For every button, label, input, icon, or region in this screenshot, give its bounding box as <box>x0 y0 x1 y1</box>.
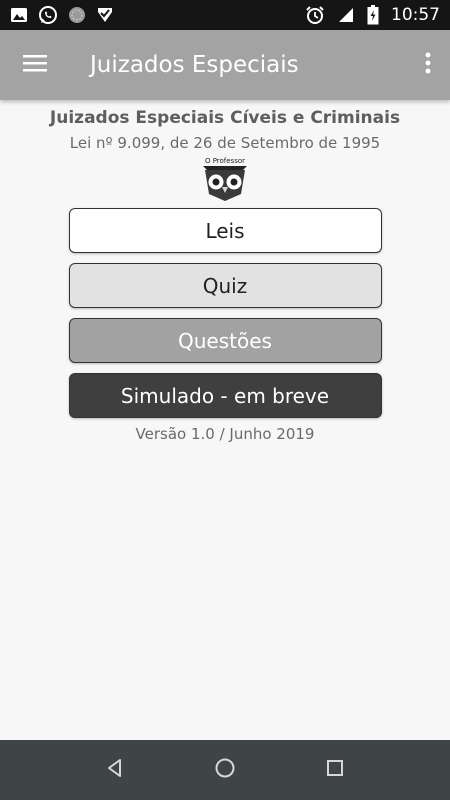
image-icon <box>10 6 28 24</box>
home-button[interactable] <box>200 745 250 795</box>
quiz-button[interactable]: Quiz <box>68 263 382 308</box>
status-notifications <box>10 5 114 25</box>
overflow-menu-icon <box>425 52 431 79</box>
home-icon <box>214 757 236 784</box>
simulado-button[interactable]: Simulado - em breve <box>68 373 382 418</box>
recents-icon <box>326 759 344 782</box>
recents-button[interactable] <box>310 745 360 795</box>
questoes-button[interactable]: Questões <box>68 318 382 363</box>
version-text: Versão 1.0 / Junho 2019 <box>135 425 315 443</box>
leis-button[interactable]: Leis <box>68 208 382 253</box>
navigation-bar <box>0 740 450 800</box>
battery-icon <box>367 5 379 25</box>
check-app-icon <box>96 6 114 24</box>
signal-icon <box>337 6 355 24</box>
logo-text: O Professor <box>205 157 245 165</box>
main-content: Juizados Especiais Cíveis e Criminais Le… <box>0 100 450 740</box>
menu-icon <box>23 53 47 78</box>
back-button[interactable] <box>90 745 140 795</box>
law-reference: Lei nº 9.099, de 26 de Setembro de 1995 <box>69 134 381 152</box>
alarm-icon <box>305 5 325 25</box>
whatsapp-icon <box>38 5 58 25</box>
app-title: Juizados Especiais <box>90 52 299 78</box>
menu-button[interactable] <box>0 30 70 100</box>
page-subtitle: Juizados Especiais Cíveis e Criminais <box>49 108 401 128</box>
overflow-menu-button[interactable] <box>406 30 450 100</box>
status-bar: 10:57 <box>0 0 450 30</box>
circle-app-icon <box>68 6 86 24</box>
status-system: 10:57 <box>305 5 440 25</box>
status-time: 10:57 <box>391 5 440 25</box>
back-icon <box>105 758 125 783</box>
professor-logo: O Professor <box>203 157 247 201</box>
app-bar: Juizados Especiais <box>0 30 450 100</box>
